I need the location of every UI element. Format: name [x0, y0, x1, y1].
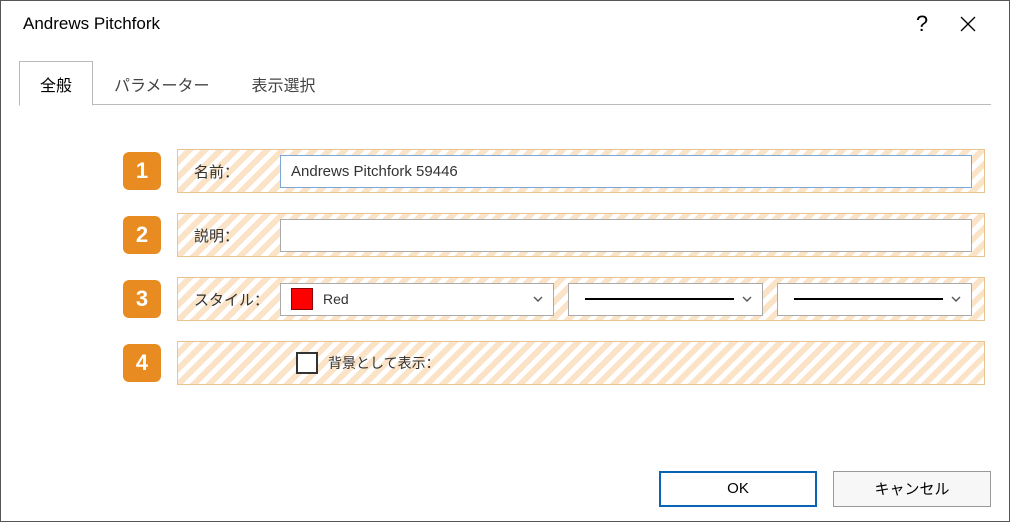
close-icon: [959, 15, 977, 33]
chevron-down-icon: [740, 292, 754, 306]
cancel-button[interactable]: キャンセル: [833, 471, 991, 507]
close-button[interactable]: [945, 1, 991, 47]
style-group: Red: [280, 283, 972, 316]
stripe-background: 背景として表示：: [177, 341, 985, 385]
background-checkbox-wrap[interactable]: 背景として表示：: [296, 352, 440, 374]
line-width-dropdown[interactable]: [777, 283, 972, 316]
badge-1: 1: [123, 152, 161, 190]
line-style-sample: [585, 298, 734, 300]
tab-visibility[interactable]: 表示選択: [231, 61, 337, 105]
tab-general[interactable]: 全般: [19, 61, 93, 106]
stripe-description: 説明：: [177, 213, 985, 257]
tab-strip: 全般 パラメーター 表示選択: [19, 65, 991, 105]
chevron-down-icon: [949, 292, 963, 306]
background-checkbox[interactable]: [296, 352, 318, 374]
stripe-style: スタイル： Red: [177, 277, 985, 321]
label-description: 説明：: [194, 225, 280, 246]
color-swatch: [291, 288, 313, 310]
help-button[interactable]: ?: [899, 1, 945, 47]
line-width-sample: [794, 298, 943, 300]
row-background: 4 背景として表示：: [25, 341, 985, 385]
line-style-dropdown[interactable]: [568, 283, 763, 316]
row-name: 1 名前：: [25, 149, 985, 193]
titlebar: Andrews Pitchfork ?: [1, 1, 1009, 47]
color-dropdown[interactable]: Red: [280, 283, 554, 316]
badge-2: 2: [123, 216, 161, 254]
row-style: 3 スタイル： Red: [25, 277, 985, 321]
description-field[interactable]: [280, 219, 972, 252]
tab-panel-general: 1 名前： 2 説明： 3 スタイル：: [19, 105, 991, 441]
dialog-window: Andrews Pitchfork ? 全般 パラメーター 表示選択 1 名前：: [0, 0, 1010, 522]
row-description: 2 説明：: [25, 213, 985, 257]
button-bar: OK キャンセル: [1, 459, 1009, 521]
badge-4: 4: [123, 344, 161, 382]
label-name: 名前：: [194, 161, 280, 182]
badge-3: 3: [123, 280, 161, 318]
tab-parameters[interactable]: パラメーター: [93, 61, 231, 105]
background-checkbox-label: 背景として表示：: [328, 353, 440, 373]
stripe-name: 名前：: [177, 149, 985, 193]
name-field[interactable]: [280, 155, 972, 188]
ok-button[interactable]: OK: [659, 471, 817, 507]
label-style: スタイル：: [194, 289, 280, 310]
window-title: Andrews Pitchfork: [23, 14, 899, 34]
color-name: Red: [323, 291, 349, 307]
chevron-down-icon: [531, 292, 545, 306]
client-area: 全般 パラメーター 表示選択 1 名前： 2 説明：: [1, 47, 1009, 459]
